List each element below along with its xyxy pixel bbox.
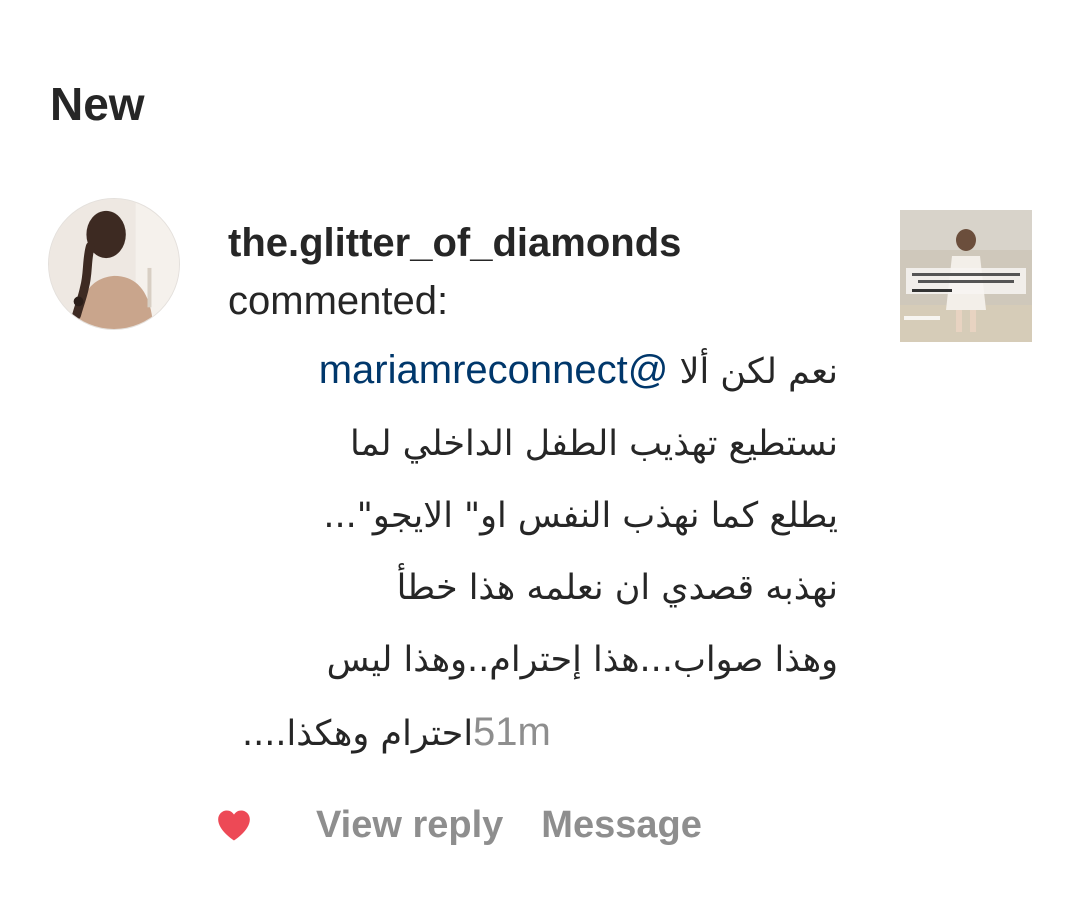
post-thumbnail[interactable] (900, 210, 1032, 342)
comment-line-3: يطلع كما نهذب النفس او" الايجو"... (323, 496, 838, 536)
post-thumbnail-icon (900, 210, 1032, 342)
mention-link[interactable]: @mariamreconnect (319, 348, 669, 392)
view-reply-button[interactable]: View reply (316, 804, 503, 847)
comment-line-1: نعم لكن ألا @mariamreconnect (228, 334, 838, 408)
comment-line-6: احترام وهكذا....51m (228, 696, 838, 770)
notification-actions: View reply Message (214, 800, 702, 850)
comment-line-2: نستطيع تهذيب الطفل الداخلي لما (349, 424, 838, 464)
avatar-photo-icon (49, 199, 179, 329)
comment-line-5: وهذا صواب...هذا إحترام..وهذا ليس (326, 640, 838, 680)
avatar[interactable] (48, 198, 180, 330)
comment-text: نعم لكن ألا @mariamreconnect نستطيع تهذي… (228, 334, 838, 770)
comment-line-1-text: نعم لكن ألا (679, 352, 839, 392)
timestamp: 51m (473, 710, 551, 754)
username[interactable]: the.glitter_of_diamonds (228, 214, 868, 272)
comment-line-6-text: احترام وهكذا.... (242, 714, 474, 754)
message-button[interactable]: Message (541, 804, 702, 847)
notification-body[interactable]: the.glitter_of_diamonds commented: نعم ل… (228, 214, 868, 770)
comment-line-4: نهذبه قصدي ان نعلمه هذا خطأ (396, 568, 838, 608)
notification-action: commented: (228, 279, 449, 323)
notifications-page: New the.glitter_of_diamonds commented: ن… (0, 0, 1080, 907)
section-title: New (50, 78, 145, 130)
heart-icon[interactable] (214, 805, 254, 845)
